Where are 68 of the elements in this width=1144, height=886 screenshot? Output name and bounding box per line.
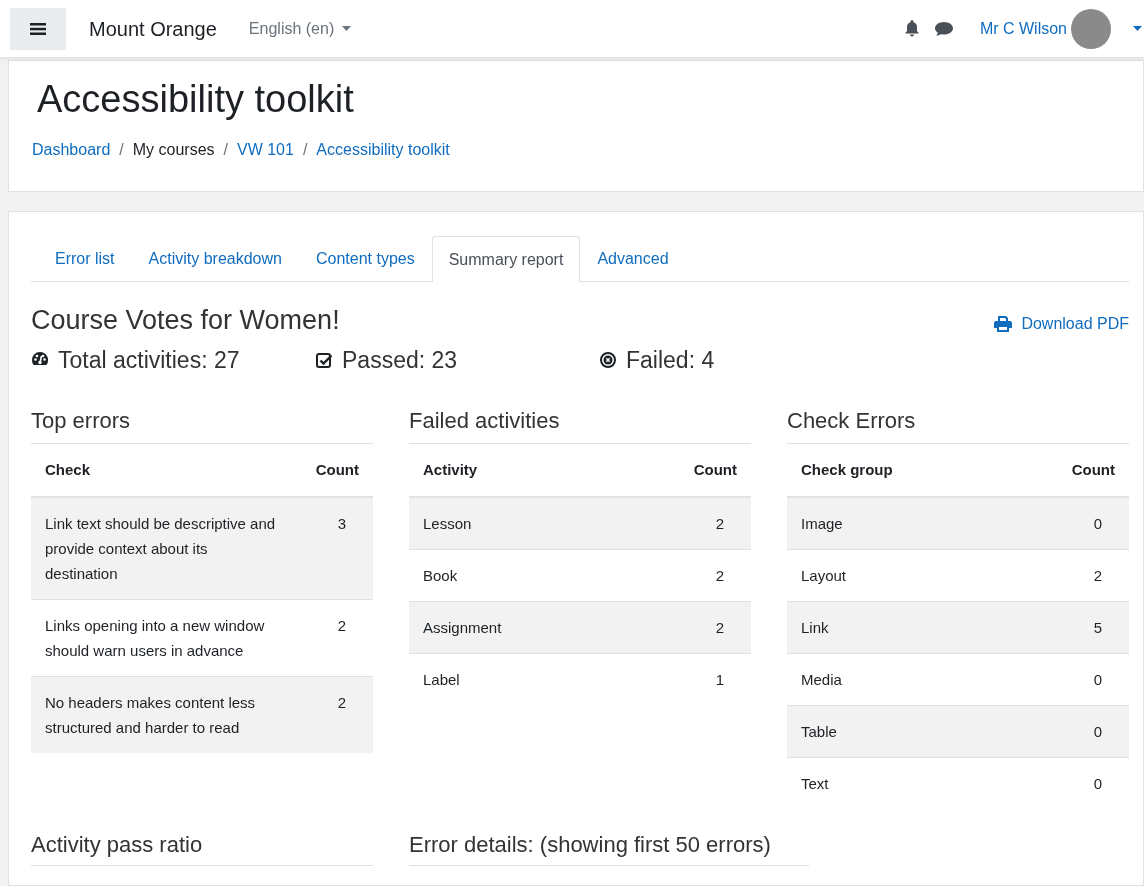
tab[interactable]: Advanced — [580, 236, 686, 282]
page-title: Accessibility toolkit — [37, 77, 355, 122]
site-name[interactable]: Mount Orange — [89, 13, 217, 44]
course-title: Course Votes for Women! — [31, 304, 340, 337]
section-heading: Activity pass ratio — [31, 831, 373, 866]
column-header: Count — [668, 444, 751, 497]
table-cell: Book — [409, 549, 669, 602]
caret-icon — [342, 26, 352, 31]
table-cell: 0 — [1046, 497, 1129, 550]
menu-button[interactable] — [10, 7, 66, 50]
caret-icon[interactable] — [1133, 26, 1142, 31]
section-heading: Error details: (showing first 50 errors) — [409, 831, 809, 866]
table-cell: Links opening into a new window should warn users in advance — [31, 599, 291, 677]
user-name[interactable]: Mr C Wilson — [979, 16, 1067, 41]
breadcrumb-link[interactable]: VW 101 — [237, 137, 294, 162]
chat-icon[interactable] — [933, 20, 954, 37]
table-cell: Layout — [787, 549, 1047, 602]
section-heading: Failed activities — [409, 407, 751, 444]
breadcrumb-separator: / — [302, 139, 308, 160]
stat-label: Total activities: 27 — [58, 345, 240, 375]
breadcrumb-link[interactable]: Accessibility toolkit — [316, 137, 450, 162]
table-cell: Table — [787, 705, 1047, 758]
table-cell: Label — [409, 653, 669, 705]
printer-icon — [994, 316, 1013, 333]
table-cell: Media — [787, 653, 1047, 706]
table-cell: 2 — [290, 599, 373, 677]
breadcrumb-separator: / — [119, 139, 124, 160]
tab[interactable]: Activity breakdown — [131, 236, 299, 282]
table-cell: No headers makes content less structured and harder to read — [31, 676, 291, 753]
table-cell: Link — [787, 601, 1047, 654]
menu-icon — [30, 21, 46, 36]
tab[interactable]: Content types — [298, 236, 432, 282]
avatar[interactable] — [1071, 8, 1111, 49]
table-cell: 2 — [668, 601, 751, 654]
table-cell: 0 — [1046, 757, 1129, 809]
table-cell: 2 — [290, 676, 373, 753]
x-circle-icon — [599, 350, 617, 369]
column-header: Check group — [787, 444, 1047, 497]
language-menu[interactable]: English (en) — [248, 16, 352, 41]
breadcrumb-separator: / — [223, 139, 228, 160]
checkbox-icon — [315, 350, 333, 369]
stat-label: Failed: 4 — [626, 345, 715, 375]
breadcrumb-item: My courses — [132, 139, 215, 160]
table-cell: 0 — [1046, 705, 1129, 758]
stat-label: Passed: 23 — [342, 345, 458, 375]
table-cell: Link text should be descriptive and provide context about its destination — [31, 497, 291, 600]
table-cell: 2 — [1046, 549, 1129, 602]
table-cell: 1 — [668, 653, 751, 705]
table-cell: 3 — [290, 497, 373, 600]
table-cell: Image — [787, 497, 1047, 550]
tab[interactable]: Error list — [38, 236, 132, 282]
bell-icon[interactable] — [903, 20, 920, 37]
column-header: Activity — [409, 444, 669, 497]
breadcrumb-link[interactable]: Dashboard — [32, 137, 111, 162]
table-cell: Text — [787, 757, 1047, 809]
tab[interactable]: Summary report — [431, 236, 581, 283]
column-header: Check — [31, 444, 291, 497]
table-cell: 5 — [1046, 601, 1129, 654]
download-pdf-link[interactable]: Download PDF — [994, 312, 1129, 337]
table-cell: Lesson — [409, 497, 669, 550]
section-heading: Check Errors — [787, 407, 1129, 444]
table-cell: 2 — [668, 497, 751, 550]
table-cell: 2 — [668, 549, 751, 602]
table-cell: Assignment — [409, 601, 669, 654]
section-heading: Top errors — [31, 407, 373, 444]
table-cell: 0 — [1046, 653, 1129, 706]
column-header: Count — [290, 444, 373, 497]
column-header: Count — [1046, 444, 1129, 497]
